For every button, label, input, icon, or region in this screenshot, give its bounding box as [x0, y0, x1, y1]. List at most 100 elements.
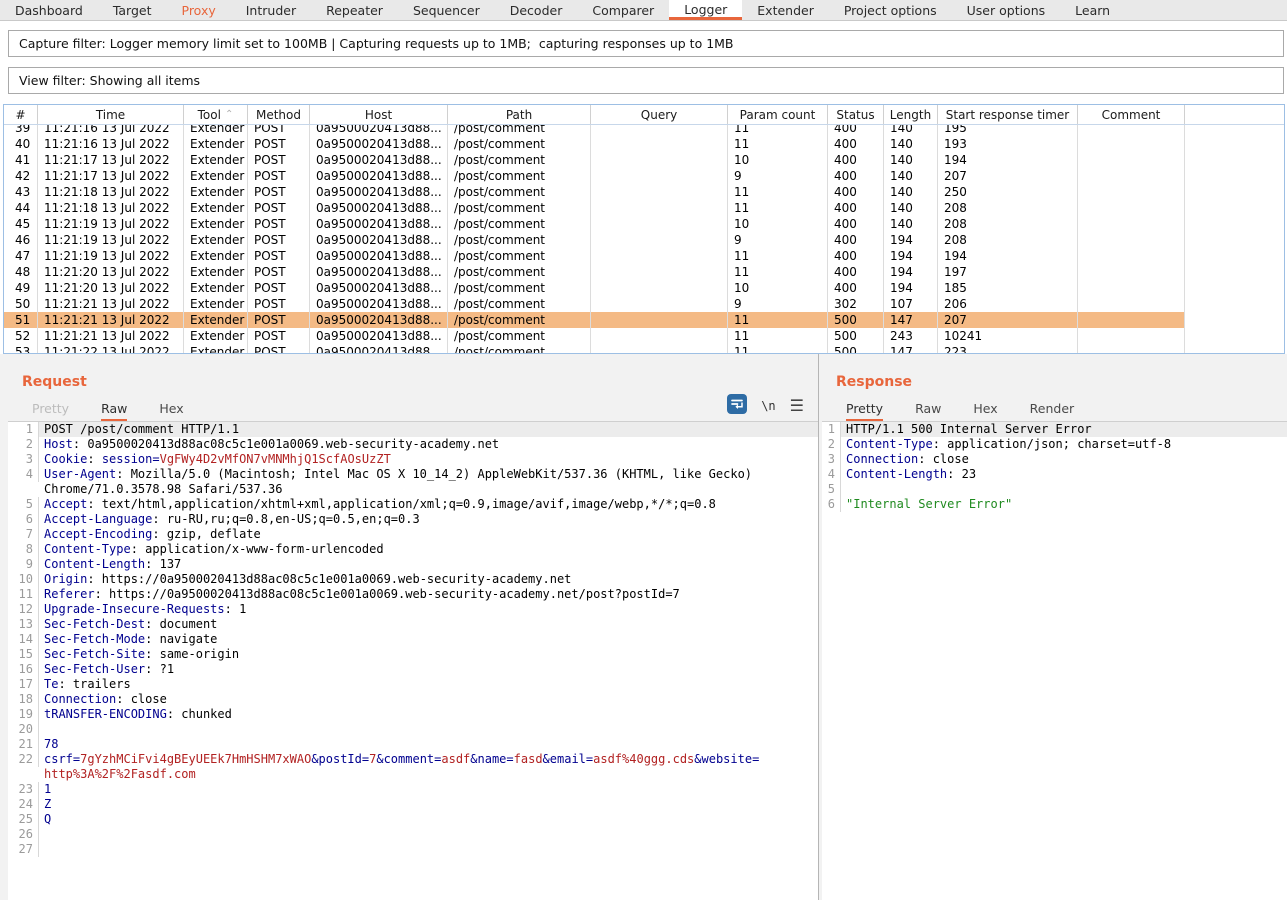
table-row[interactable]: 5111:21:21 13 Jul 2022ExtenderPOST0a9500… [4, 312, 1284, 328]
response-tab-render[interactable]: Render [1030, 401, 1075, 421]
nav-tab-project-options[interactable]: Project options [829, 0, 952, 20]
cell-time: 11:21:20 13 Jul 2022 [38, 280, 184, 296]
request-tab-hex[interactable]: Hex [159, 401, 183, 421]
cell-path: /post/comment [448, 248, 591, 264]
table-row[interactable]: 4711:21:19 13 Jul 2022ExtenderPOST0a9500… [4, 248, 1284, 264]
cell-comment [1078, 125, 1185, 136]
column-header-host[interactable]: Host [310, 105, 448, 124]
request-editor[interactable]: 1POST /post/comment HTTP/1.12Host: 0a950… [8, 421, 818, 900]
response-line-text: HTTP/1.1 500 Internal Server Error [841, 422, 1287, 437]
cell-status: 400 [828, 125, 884, 136]
cell-start-response-timer: 207 [938, 168, 1078, 184]
nav-tab-extender[interactable]: Extender [742, 0, 829, 20]
nav-tab-learn[interactable]: Learn [1060, 0, 1125, 20]
column-header-query[interactable]: Query [591, 105, 728, 124]
column-header-status[interactable]: Status [828, 105, 884, 124]
request-editor-line: 231 [8, 782, 818, 797]
table-row[interactable]: 4411:21:18 13 Jul 2022ExtenderPOST0a9500… [4, 200, 1284, 216]
cell-tool: Extender [184, 125, 248, 136]
cell-host: 0a9500020413d88... [310, 312, 448, 328]
request-editor-line: 4User-Agent: Mozilla/5.0 (Macintosh; Int… [8, 467, 818, 497]
cell-path: /post/comment [448, 136, 591, 152]
response-editor[interactable]: 1HTTP/1.1 500 Internal Server Error2Cont… [822, 421, 1287, 900]
table-row[interactable]: 4811:21:20 13 Jul 2022ExtenderPOST0a9500… [4, 264, 1284, 280]
cell-path: /post/comment [448, 125, 591, 136]
editor-menu-icon[interactable]: ☰ [790, 398, 804, 414]
cell-param-count: 9 [728, 296, 828, 312]
cell-method: POST [248, 152, 310, 168]
cell-query [591, 328, 728, 344]
nav-tab-user-options[interactable]: User options [952, 0, 1061, 20]
cell-method: POST [248, 216, 310, 232]
request-tab-raw[interactable]: Raw [101, 401, 127, 421]
cell-start-response-timer: 10241 [938, 328, 1078, 344]
column-header-method[interactable]: Method [248, 105, 310, 124]
column-header-tool[interactable]: Tool⌃ [184, 105, 248, 124]
cell-tool: Extender [184, 184, 248, 200]
table-row[interactable]: 4211:21:17 13 Jul 2022ExtenderPOST0a9500… [4, 168, 1284, 184]
table-row[interactable]: 5311:21:22 13 Jul 2022ExtenderPOST0a9500… [4, 344, 1284, 353]
cell-tool: Extender [184, 264, 248, 280]
cell-start-response-timer: 250 [938, 184, 1078, 200]
nav-tab-sequencer[interactable]: Sequencer [398, 0, 495, 20]
cell-length: 140 [884, 168, 938, 184]
response-tab-pretty[interactable]: Pretty [846, 401, 883, 421]
cell-path: /post/comment [448, 232, 591, 248]
table-row[interactable]: 4011:21:16 13 Jul 2022ExtenderPOST0a9500… [4, 136, 1284, 152]
view-filter-bar[interactable]: View filter: Showing all items [8, 67, 1284, 94]
request-editor-toolbar: \n ☰ [727, 394, 804, 418]
response-tab-raw[interactable]: Raw [915, 401, 941, 421]
nav-tab-decoder[interactable]: Decoder [495, 0, 578, 20]
table-row[interactable]: 3911:21:16 13 Jul 2022ExtenderPOST0a9500… [4, 125, 1284, 136]
nav-tab-intruder[interactable]: Intruder [231, 0, 311, 20]
nav-tab-logger[interactable]: Logger [669, 0, 742, 20]
cell-comment [1078, 264, 1185, 280]
column-header-number[interactable]: # [4, 105, 38, 124]
logger-table[interactable]: #TimeTool⌃MethodHostPathQueryParam count… [3, 104, 1285, 354]
table-row[interactable]: 4311:21:18 13 Jul 2022ExtenderPOST0a9500… [4, 184, 1284, 200]
table-row[interactable]: 4911:21:20 13 Jul 2022ExtenderPOST0a9500… [4, 280, 1284, 296]
cell-status: 400 [828, 168, 884, 184]
cell-start-response-timer: 223 [938, 344, 1078, 353]
column-header-time[interactable]: Time [38, 105, 184, 124]
cell-host: 0a9500020413d88... [310, 280, 448, 296]
column-header-length[interactable]: Length [884, 105, 938, 124]
cell-param-count: 11 [728, 200, 828, 216]
line-number: 20 [8, 722, 39, 737]
column-header-comment[interactable]: Comment [1078, 105, 1185, 124]
cell-start-response-timer: 194 [938, 248, 1078, 264]
cell-param-count: 11 [728, 264, 828, 280]
nav-tab-proxy[interactable]: Proxy [167, 0, 231, 20]
table-row[interactable]: 5011:21:21 13 Jul 2022ExtenderPOST0a9500… [4, 296, 1284, 312]
panel-divider[interactable] [818, 354, 819, 900]
show-nonprintable-icon[interactable]: \n [761, 399, 775, 413]
column-header-param-count[interactable]: Param count [728, 105, 828, 124]
line-number: 2 [822, 437, 841, 452]
nav-tab-target[interactable]: Target [98, 0, 167, 20]
table-row[interactable]: 4111:21:17 13 Jul 2022ExtenderPOST0a9500… [4, 152, 1284, 168]
cell-number: 40 [4, 136, 38, 152]
request-line-text: Accept: text/html,application/xhtml+xml,… [39, 497, 818, 512]
main-menu-bar: DashboardTargetProxyIntruderRepeaterSequ… [0, 0, 1287, 21]
cell-status: 400 [828, 248, 884, 264]
request-editor-line: 26 [8, 827, 818, 842]
column-header-start-response-timer[interactable]: Start response timer [938, 105, 1078, 124]
capture-filter-bar[interactable]: Capture filter: Logger memory limit set … [8, 30, 1284, 57]
nav-tab-comparer[interactable]: Comparer [577, 0, 669, 20]
request-tab-pretty[interactable]: Pretty [32, 401, 69, 421]
cell-start-response-timer: 193 [938, 136, 1078, 152]
table-body[interactable]: 3911:21:16 13 Jul 2022ExtenderPOST0a9500… [4, 125, 1284, 353]
pretty-print-icon[interactable] [727, 394, 747, 418]
nav-tab-dashboard[interactable]: Dashboard [0, 0, 98, 20]
cell-path: /post/comment [448, 184, 591, 200]
row-filler [1185, 125, 1284, 136]
table-row[interactable]: 4611:21:19 13 Jul 2022ExtenderPOST0a9500… [4, 232, 1284, 248]
response-tab-hex[interactable]: Hex [973, 401, 997, 421]
table-row[interactable]: 4511:21:19 13 Jul 2022ExtenderPOST0a9500… [4, 216, 1284, 232]
table-row[interactable]: 5211:21:21 13 Jul 2022ExtenderPOST0a9500… [4, 328, 1284, 344]
cell-path: /post/comment [448, 200, 591, 216]
column-header-path[interactable]: Path [448, 105, 591, 124]
request-line-text: POST /post/comment HTTP/1.1 [39, 422, 818, 437]
nav-tab-repeater[interactable]: Repeater [311, 0, 398, 20]
cell-length: 194 [884, 232, 938, 248]
